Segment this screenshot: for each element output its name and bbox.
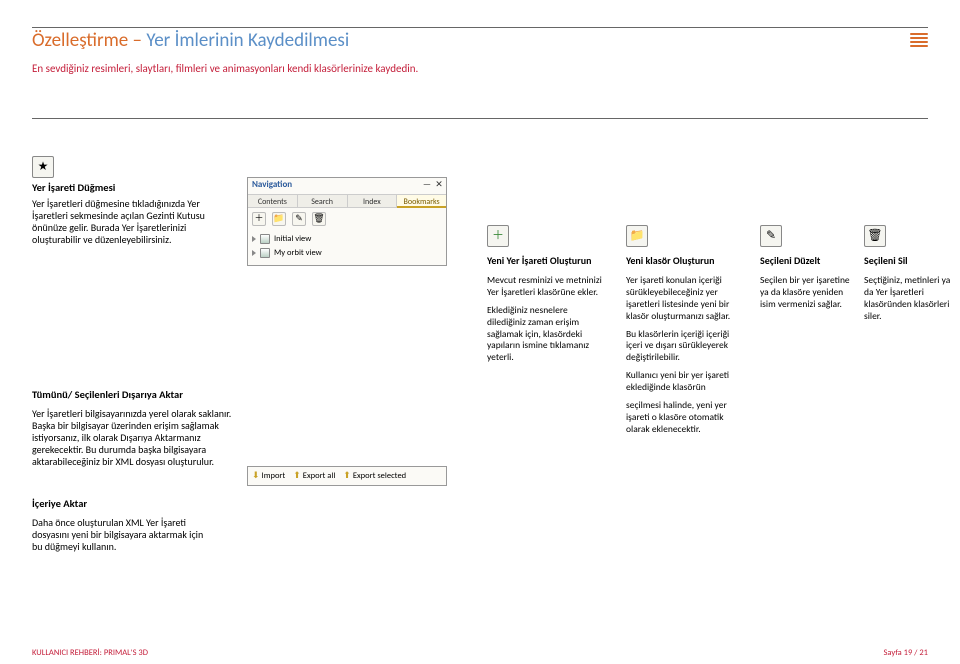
pencil-icon: ✎ <box>760 225 782 247</box>
edit-icon[interactable]: ✎ <box>292 212 306 226</box>
new-folder-icon[interactable]: 📁 <box>272 212 286 226</box>
title-topic: Yer İmlerinin Kaydedilmesi <box>146 29 349 52</box>
col-body: Seçtiğiniz, metinleri ya da Yer İşaretle… <box>864 275 952 323</box>
item-label: My orbit view <box>274 248 322 258</box>
import-export-bar: ⬇Import ⬆Export all ⬆Export selected <box>247 466 447 486</box>
title-prefix: Özelleştirme – <box>32 29 146 52</box>
expand-icon <box>252 236 256 242</box>
export-heading: Tümünü/ Seçilenleri Dışarıya Aktar <box>32 389 183 402</box>
tab-bookmarks[interactable]: Bookmarks <box>397 195 446 208</box>
bookmark-button-body: Yer İşaretleri düğmesine tıkladığınızda … <box>32 198 207 246</box>
page-subtitle: En sevdiğiniz resimleri, slaytları, film… <box>32 62 418 75</box>
thumb-icon <box>260 234 270 244</box>
close-icon[interactable]: ✕ <box>434 180 444 191</box>
col-heading: Seçileni Düzelt <box>760 255 855 267</box>
plus-icon: ＋ <box>487 225 509 247</box>
col-body: seçilmesi halinde, yeni yer işareti o kl… <box>626 400 746 436</box>
rule-bottom <box>32 118 928 119</box>
item-label: Initial view <box>274 234 311 244</box>
navigation-panel: Navigation — ✕ Contents Search Index Boo… <box>247 177 447 266</box>
col-body: Eklediğiniz nesnelere dilediğiniz zaman … <box>487 305 607 364</box>
expand-icon <box>252 250 256 256</box>
import-body: Daha önce oluşturulan XML Yer İşareti do… <box>32 517 207 553</box>
page-title: Özelleştirme – Yer İmlerinin Kaydedilmes… <box>32 30 349 53</box>
col-delete: Seçileni Sil Seçtiğiniz, metinleri ya da… <box>864 255 952 329</box>
export-arrow-icon: ⬆ <box>343 471 351 482</box>
export-body: Yer İşaretleri bilgisayarınızda yerel ol… <box>32 408 237 468</box>
col-heading: Seçileni Sil <box>864 255 952 267</box>
footer-page: Sayfa 19 / 21 <box>884 648 929 658</box>
star-icon: ★ <box>32 156 54 178</box>
col-body: Seçilen bir yer işaretine ya da klasöre … <box>760 275 855 311</box>
col-edit: Seçileni Düzelt Seçilen bir yer işaretin… <box>760 255 855 317</box>
bookmark-list: Initial view My orbit view <box>252 232 442 260</box>
export-arrow-icon: ⬆ <box>293 471 301 482</box>
col-body: Bu klasörlerin içeriği içeriği içeri ve … <box>626 329 746 365</box>
import-button[interactable]: ⬇Import <box>252 471 285 482</box>
export-all-button[interactable]: ⬆Export all <box>293 471 335 482</box>
col-new-folder: Yeni klasör Oluşturun Yer işareti konula… <box>626 255 746 442</box>
hamburger-icon[interactable] <box>910 33 928 47</box>
delete-icon[interactable]: 🗑 <box>312 212 326 226</box>
rule-top <box>32 27 928 28</box>
panel-toolbar: ＋ 📁 ✎ 🗑 <box>252 212 326 226</box>
thumb-icon <box>260 248 270 258</box>
list-item[interactable]: My orbit view <box>252 246 442 260</box>
col-body: Yer işareti konulan içeriği sürükleyebil… <box>626 275 746 323</box>
folder-icon: 📁 <box>626 225 648 247</box>
col-heading: Yeni Yer İşareti Oluşturun <box>487 255 607 267</box>
export-all-label: Export all <box>303 471 336 481</box>
tab-index[interactable]: Index <box>348 195 398 207</box>
tab-search[interactable]: Search <box>298 195 348 207</box>
panel-title: Navigation <box>252 180 292 191</box>
tab-contents[interactable]: Contents <box>248 195 298 207</box>
panel-tabs: Contents Search Index Bookmarks <box>248 194 446 208</box>
import-label: Import <box>262 471 286 481</box>
list-item[interactable]: Initial view <box>252 232 442 246</box>
import-arrow-icon: ⬇ <box>252 471 260 482</box>
col-body: Mevcut resminizi ve metninizi Yer İşaret… <box>487 275 607 299</box>
footer-left: KULLANICI REHBERİ: PRIMAL'S 3D <box>32 648 148 658</box>
col-body: Kullanıcı yeni bir yer işareti eklediğin… <box>626 370 746 394</box>
minimize-icon[interactable]: — <box>422 180 432 191</box>
export-selected-button[interactable]: ⬆Export selected <box>343 471 406 482</box>
col-heading: Yeni klasör Oluşturun <box>626 255 746 267</box>
add-bookmark-icon[interactable]: ＋ <box>252 212 266 226</box>
bookmark-button-heading: Yer İşareti Düğmesi <box>32 182 115 195</box>
export-sel-label: Export selected <box>353 471 406 481</box>
trash-icon: 🗑 <box>864 225 886 247</box>
import-heading: İçeriye Aktar <box>32 498 87 511</box>
col-new-bookmark: Yeni Yer İşareti Oluşturun Mevcut resmin… <box>487 255 607 370</box>
